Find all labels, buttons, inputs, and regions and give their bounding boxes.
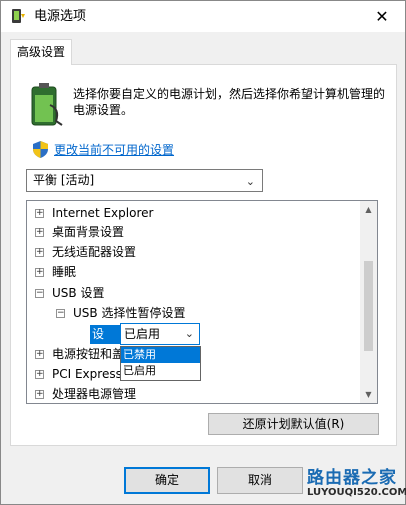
- expand-icon[interactable]: +: [35, 228, 44, 237]
- battery-plug-icon: [31, 83, 63, 126]
- usb-suspend-value-select[interactable]: 已启用 ⌄: [120, 323, 200, 345]
- change-unavailable-settings-link[interactable]: 更改当前不可用的设置: [54, 142, 174, 158]
- tree-item-label: PCI Express: [52, 367, 122, 381]
- scroll-up-icon[interactable]: ▲: [360, 201, 377, 218]
- tree-item-label: 电源按钮和盖: [52, 347, 125, 361]
- tree-item-label: 睡眠: [52, 265, 77, 279]
- tree-item-label: USB 选择性暂停设置: [73, 306, 186, 320]
- close-button[interactable]: ✕: [359, 1, 405, 32]
- intro-text: 选择你要自定义的电源计划，然后选择你希望计算机管理的电源设置。: [73, 87, 386, 117]
- power-plan-select[interactable]: 平衡 [活动] ⌄: [26, 169, 263, 192]
- restore-defaults-button[interactable]: 还原计划默认值(R): [208, 413, 379, 435]
- chevron-down-icon: ⌄: [184, 327, 194, 340]
- settings-tree[interactable]: + Internet Explorer + 桌面背景设置 + 无线适配器设置 +…: [26, 200, 378, 404]
- title-bar: 电源选项 ✕: [1, 1, 405, 32]
- value-dropdown-list[interactable]: 已禁用 已启用: [120, 346, 201, 381]
- ok-button[interactable]: 确定: [124, 467, 210, 494]
- expand-icon[interactable]: +: [35, 268, 44, 277]
- expand-icon[interactable]: +: [35, 209, 44, 218]
- tree-item-label: USB 设置: [52, 286, 105, 300]
- expand-icon[interactable]: +: [35, 248, 44, 257]
- tree-item-label: 处理器电源管理: [52, 387, 137, 401]
- power-options-icon: [12, 9, 25, 23]
- scroll-down-icon[interactable]: ▼: [360, 386, 377, 403]
- tree-item-label: 无线适配器设置: [52, 245, 137, 259]
- collapse-icon[interactable]: −: [35, 289, 44, 298]
- expand-icon[interactable]: +: [35, 390, 44, 399]
- dropdown-option-enabled[interactable]: 已启用: [121, 363, 200, 379]
- dropdown-option-disabled[interactable]: 已禁用: [121, 347, 200, 363]
- cancel-button[interactable]: 取消: [217, 467, 303, 494]
- tree-item-label: 桌面背景设置: [52, 225, 125, 239]
- watermark-url: LUYOUQI520.COM: [307, 487, 406, 498]
- window-title: 电源选项: [34, 9, 87, 24]
- setting-label[interactable]: 设置:: [90, 325, 120, 344]
- power-plan-value: 平衡 [活动]: [33, 173, 95, 187]
- uac-shield-icon: [33, 141, 48, 158]
- tree-item-label: Internet Explorer: [52, 206, 154, 220]
- tree-scrollbar[interactable]: ▲ ▼: [360, 201, 377, 403]
- tab-advanced-settings[interactable]: 高级设置: [10, 39, 72, 65]
- expand-icon[interactable]: +: [35, 350, 44, 359]
- expand-icon[interactable]: +: [35, 370, 44, 379]
- power-options-window: 电源选项 ✕ 高级设置 选择你要自定义的电源计划，然后选择你希望计算机管理的电源…: [0, 0, 406, 505]
- watermark-title: 路由器之家: [307, 468, 397, 488]
- setting-value: 已启用: [124, 327, 161, 341]
- collapse-icon[interactable]: −: [56, 309, 65, 318]
- close-icon: ✕: [375, 7, 389, 26]
- watermark-logo: 路由器之家 LUYOUQI520.COM: [307, 463, 406, 503]
- scrollbar-thumb[interactable]: [364, 261, 373, 351]
- chevron-down-icon: ⌄: [245, 175, 255, 188]
